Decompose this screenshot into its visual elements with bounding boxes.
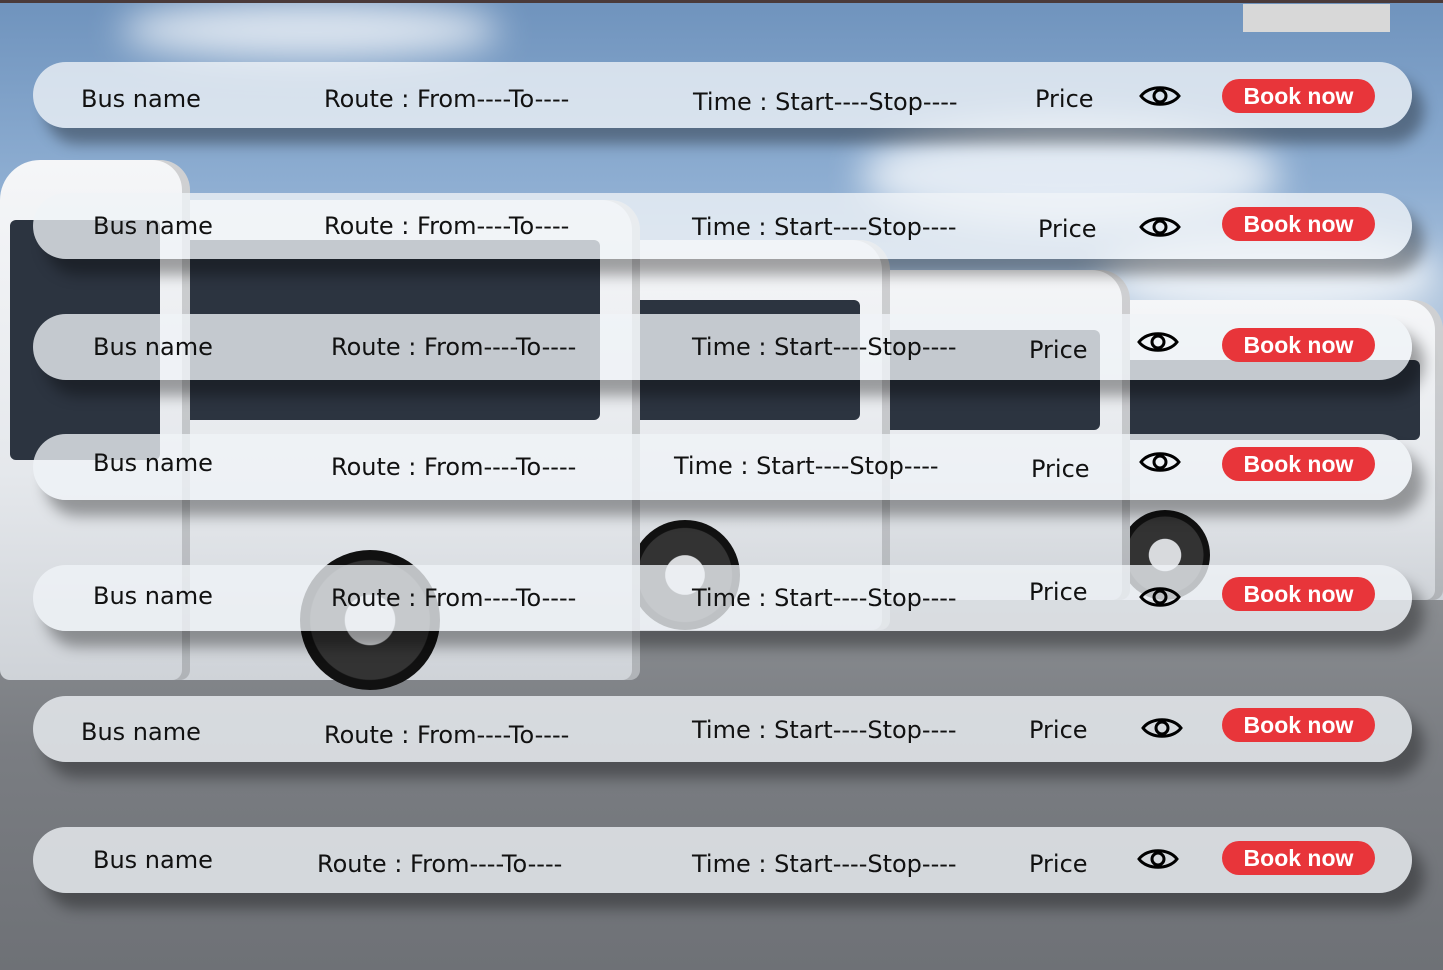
route-text: Route : From----To----	[317, 850, 563, 878]
book-now-button[interactable]: Book now	[1222, 708, 1375, 742]
book-now-button[interactable]: Book now	[1222, 79, 1375, 113]
book-now-button[interactable]: Book now	[1222, 577, 1375, 611]
cloud	[120, 0, 500, 60]
bus-name: Bus name	[93, 212, 213, 240]
price-text: Price	[1029, 578, 1088, 606]
bus-row: Bus name Route : From----To---- Time : Sta…	[33, 565, 1412, 631]
time-text: Time : Start----Stop----	[692, 213, 957, 241]
time-text: Time : Start----Stop----	[692, 850, 957, 878]
price-text: Price	[1029, 716, 1088, 744]
bus-name: Bus name	[93, 846, 213, 874]
eye-icon[interactable]	[1139, 214, 1181, 240]
book-now-button[interactable]: Book now	[1222, 447, 1375, 481]
route-text: Route : From----To----	[324, 212, 570, 240]
bus-row: Bus name Route : From----To---- Time : Sta…	[33, 696, 1412, 762]
top-border	[0, 0, 1443, 3]
bus-name: Bus name	[93, 449, 213, 477]
time-text: Time : Start----Stop----	[692, 333, 957, 361]
eye-icon[interactable]	[1139, 584, 1181, 610]
bus-name: Bus name	[93, 333, 213, 361]
book-now-button[interactable]: Book now	[1222, 207, 1375, 241]
price-text: Price	[1035, 85, 1094, 113]
eye-icon[interactable]	[1139, 83, 1181, 109]
eye-icon[interactable]	[1137, 846, 1179, 872]
eye-icon[interactable]	[1141, 715, 1183, 741]
route-text: Route : From----To----	[331, 584, 577, 612]
route-text: Route : From----To----	[331, 333, 577, 361]
eye-icon[interactable]	[1139, 449, 1181, 475]
route-text: Route : From----To----	[324, 721, 570, 749]
route-text: Route : From----To----	[324, 85, 570, 113]
bus-row: Bus name Route : From----To---- Time : Sta…	[33, 62, 1412, 128]
price-text: Price	[1038, 215, 1097, 243]
time-text: Time : Start----Stop----	[674, 452, 939, 480]
bus-name: Bus name	[81, 718, 201, 746]
time-text: Time : Start----Stop----	[692, 584, 957, 612]
bus-row: Bus name Route : From----To---- Time : Sta…	[33, 434, 1412, 500]
book-now-button[interactable]: Book now	[1222, 841, 1375, 875]
bus-row: Bus name Route : From----To---- Time : Sta…	[33, 314, 1412, 380]
bus-row: Bus name Route : From----To---- Time : Sta…	[33, 827, 1412, 893]
price-text: Price	[1029, 850, 1088, 878]
price-text: Price	[1029, 336, 1088, 364]
book-now-button[interactable]: Book now	[1222, 328, 1375, 362]
bus-row: Bus name Route : From----To---- Time : Sta…	[33, 193, 1412, 259]
bus-name: Bus name	[93, 582, 213, 610]
eye-icon[interactable]	[1137, 329, 1179, 355]
bus-name: Bus name	[81, 85, 201, 113]
header-tab	[1243, 4, 1390, 32]
time-text: Time : Start----Stop----	[692, 716, 957, 744]
price-text: Price	[1031, 455, 1090, 483]
time-text: Time : Start----Stop----	[693, 88, 958, 116]
route-text: Route : From----To----	[331, 453, 577, 481]
